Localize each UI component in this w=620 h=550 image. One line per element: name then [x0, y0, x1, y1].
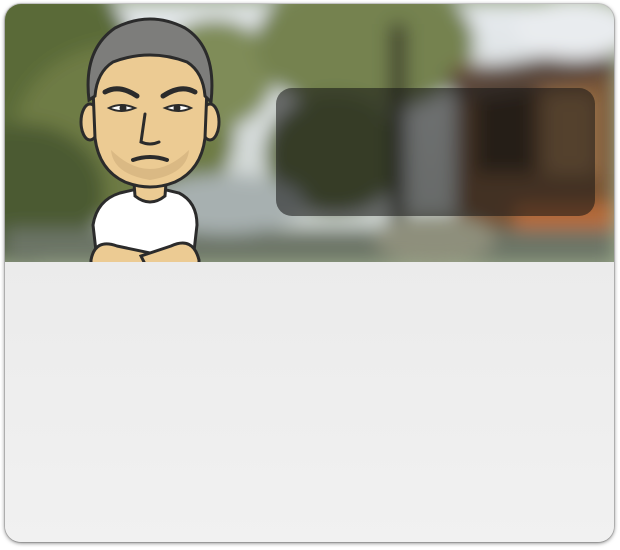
bitmoji-avatar-icon	[79, 17, 221, 262]
sticker-card	[5, 4, 614, 542]
dark-overlay-box	[276, 88, 595, 216]
hero-background	[5, 4, 614, 262]
empty-content-area	[5, 262, 614, 542]
